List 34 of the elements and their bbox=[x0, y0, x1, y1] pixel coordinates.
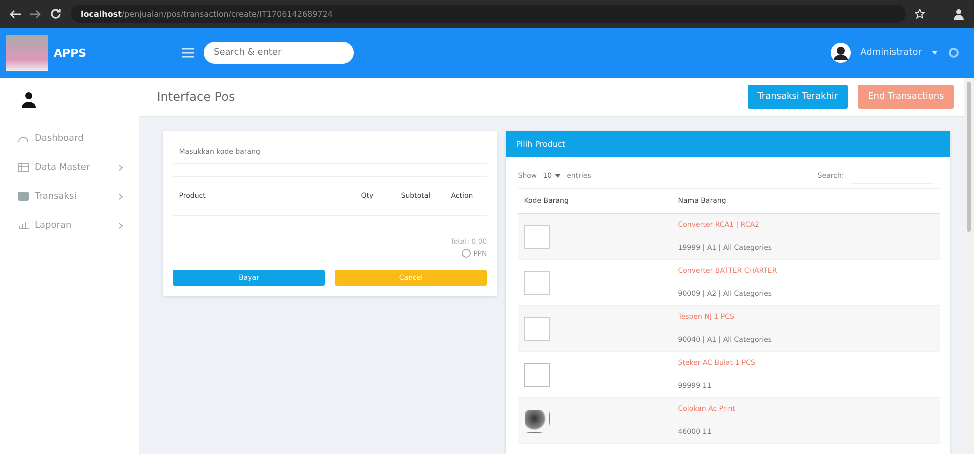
person-icon[interactable] bbox=[954, 8, 964, 20]
product-thumbnail bbox=[524, 362, 550, 386]
avatar-icon[interactable] bbox=[830, 43, 851, 63]
brand-name: APPS bbox=[54, 46, 87, 60]
reload-icon[interactable] bbox=[50, 8, 62, 20]
search-field[interactable]: Search & enter bbox=[204, 42, 354, 64]
end-transaction-button[interactable]: End Transactions bbox=[858, 85, 954, 109]
page-title: Interface Pos bbox=[157, 90, 236, 104]
product-thumbnail bbox=[524, 270, 550, 294]
sidebar-item[interactable]: Transaksi bbox=[18, 182, 130, 211]
sidebar-item[interactable]: Dashboard bbox=[18, 124, 130, 153]
scrollbar-thumb[interactable] bbox=[967, 82, 971, 232]
last-transaction-button[interactable]: Transaksi Terakhir bbox=[748, 85, 848, 109]
back-icon[interactable] bbox=[10, 10, 21, 18]
table-icon bbox=[18, 163, 29, 172]
caret-icon[interactable] bbox=[932, 51, 938, 55]
box-icon bbox=[18, 192, 29, 201]
product-thumbnail bbox=[524, 316, 550, 340]
forward-icon[interactable] bbox=[30, 10, 41, 18]
star-icon[interactable] bbox=[915, 9, 925, 19]
sidebar-item[interactable]: Laporan bbox=[18, 211, 130, 240]
logo-icon bbox=[6, 35, 48, 71]
sidebar-item[interactable]: Data Master bbox=[18, 153, 130, 182]
ppn-checkbox[interactable] bbox=[462, 249, 471, 258]
product-thumbnail bbox=[524, 408, 550, 432]
chart-icon bbox=[18, 221, 29, 230]
user-menu[interactable]: Administrator bbox=[860, 48, 922, 58]
product-thumbnail bbox=[524, 224, 550, 248]
user-icon bbox=[22, 92, 36, 108]
menu-icon[interactable] bbox=[182, 48, 194, 58]
gauge-icon bbox=[18, 134, 29, 143]
address-bar[interactable]: localhost/penjualan/pos/transaction/create/IT1706142689724 bbox=[71, 5, 906, 23]
card-header: Pilih Product bbox=[506, 131, 950, 157]
caret-icon bbox=[555, 174, 562, 178]
